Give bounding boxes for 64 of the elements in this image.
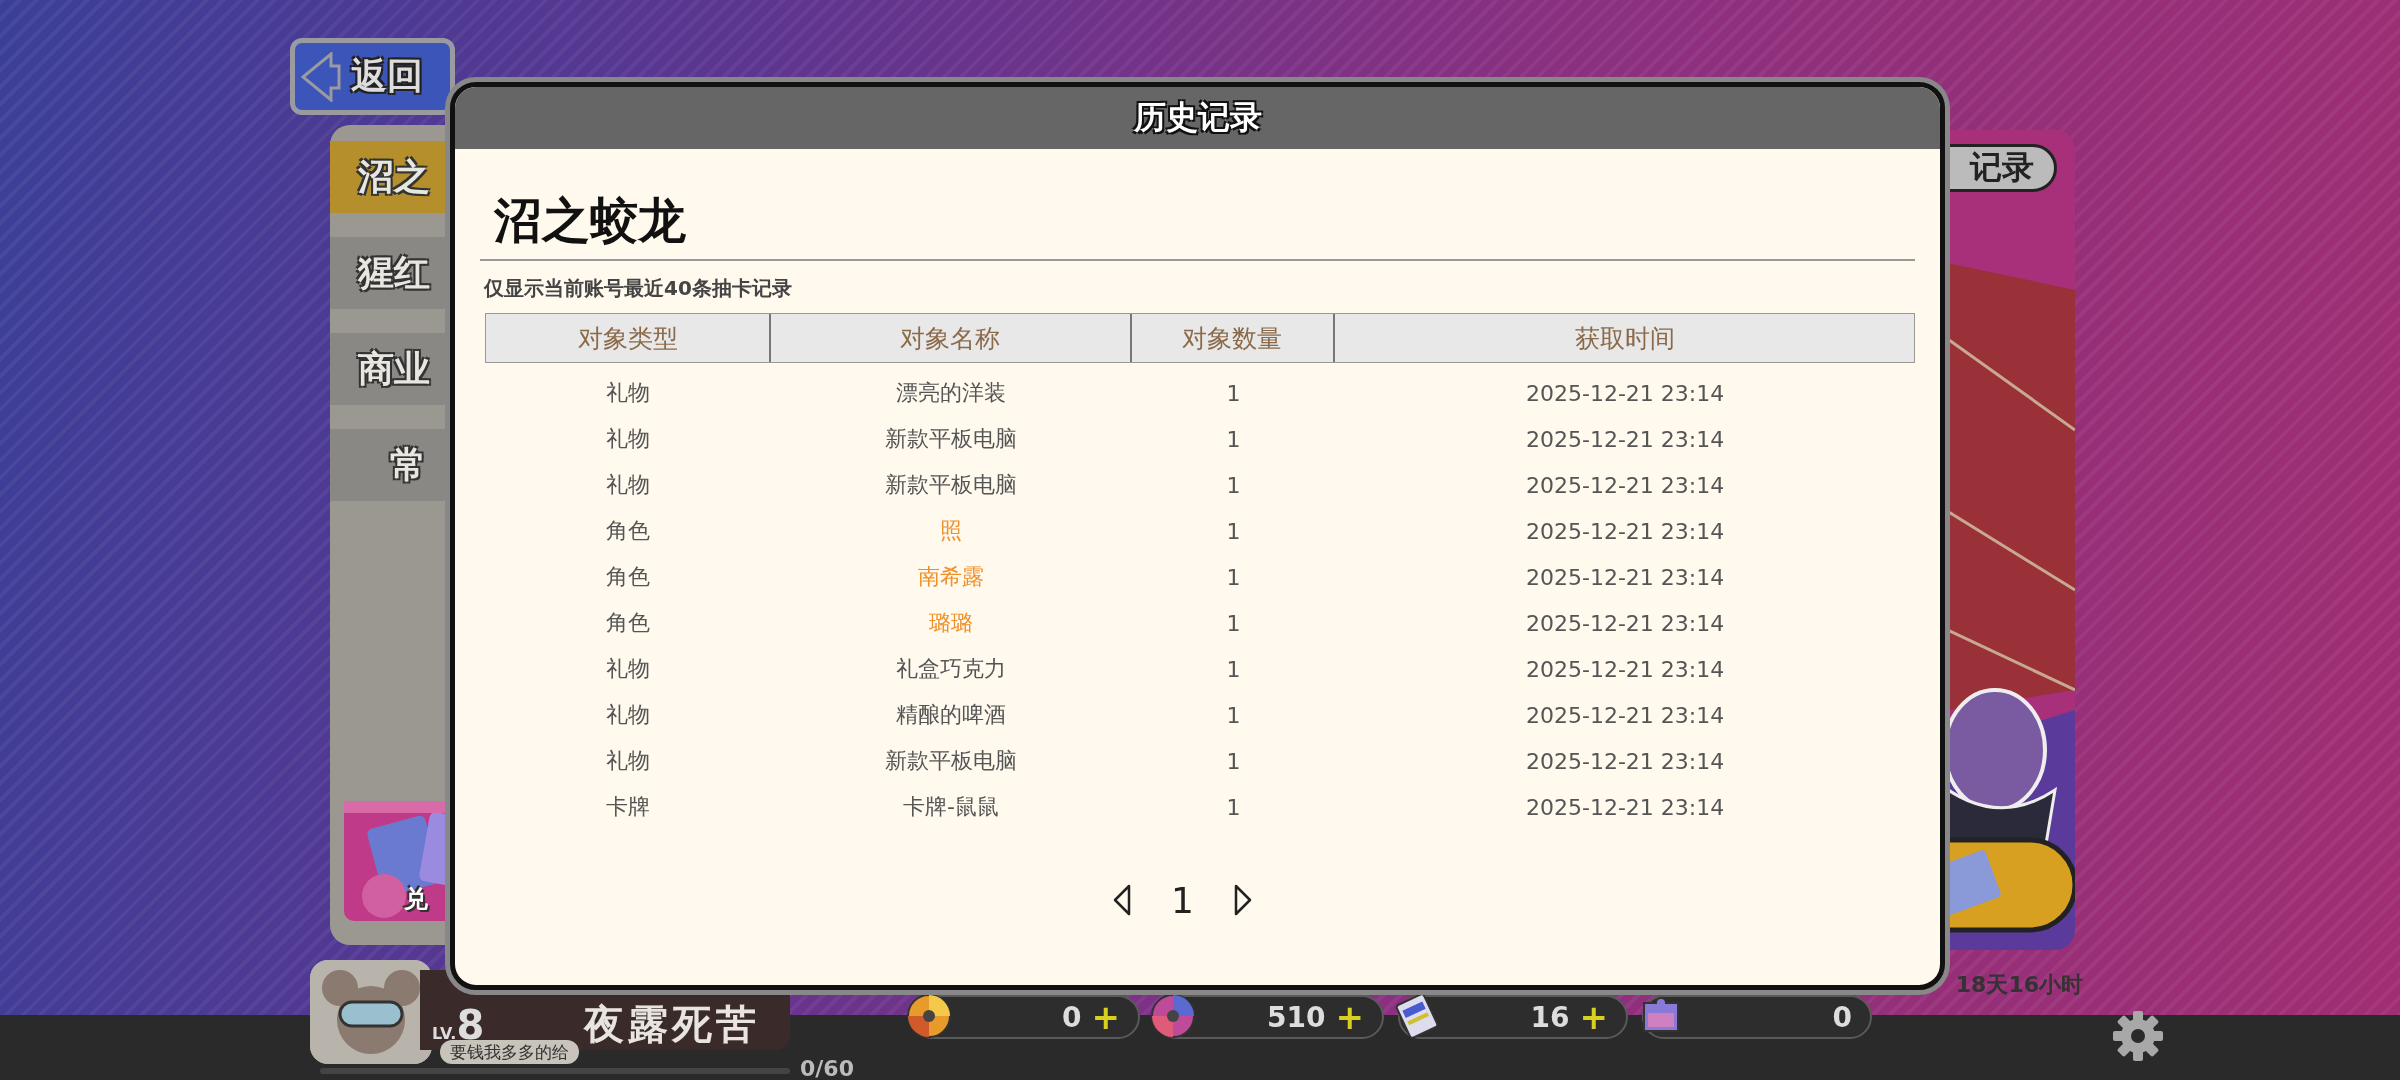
previous-page-icon[interactable] <box>1113 884 1132 916</box>
table-cell-text: 2025-12-21 23:14 <box>1525 379 1726 408</box>
table-cell-text: 1 <box>1225 655 1242 684</box>
table-cell-text: 1 <box>1225 425 1242 454</box>
add-button[interactable]: + <box>1091 997 1120 1037</box>
table-cell-text: 礼物 <box>604 701 651 729</box>
table-cell-text: 卡牌 <box>604 793 651 821</box>
table-cell-text: 礼盒巧克力 <box>895 655 1007 683</box>
table-cell-text: 1 <box>1225 471 1242 500</box>
table-cell-text: 新款平板电脑 <box>884 425 1018 453</box>
table-cell-text: 1 <box>1225 793 1242 822</box>
experience-text: 0/60 <box>800 1056 854 1080</box>
table-cell-text: 礼物 <box>604 425 651 453</box>
table-cell-text: 新款平板电脑 <box>884 471 1018 499</box>
currency-amount: 0 <box>1062 1000 1082 1034</box>
table-cell-text: 角色 <box>604 563 651 591</box>
table-cell-text: 2025-12-21 23:14 <box>1525 747 1726 776</box>
add-button[interactable]: + <box>1335 997 1364 1037</box>
table-cell-text: 精酿的啤酒 <box>895 701 1007 729</box>
table-cell-text: 礼物 <box>604 471 651 499</box>
table-cell-text: 2025-12-21 23:14 <box>1525 471 1726 500</box>
table-cell-text: 礼物 <box>604 379 651 407</box>
table-cell-text: 1 <box>1225 701 1242 730</box>
table-cell-text: 2025-12-21 23:14 <box>1525 701 1726 730</box>
add-button[interactable]: + <box>1579 997 1608 1037</box>
next-page-icon[interactable] <box>1233 884 1252 916</box>
table-cell-text: 璐璐 <box>928 609 974 637</box>
table-cell-text: 角色 <box>604 609 651 637</box>
currency-amount: 510 <box>1267 1000 1326 1034</box>
table-cell-text: 漂亮的洋装 <box>895 379 1007 407</box>
table-cell-text: 2025-12-21 23:14 <box>1525 793 1726 822</box>
table-cell-text: 新款平板电脑 <box>884 747 1018 775</box>
arrow-left-icon <box>301 51 341 102</box>
currency-amount: 0 <box>1832 1000 1852 1034</box>
table-cell-text: 2025-12-21 23:14 <box>1525 563 1726 592</box>
table-cell-text: 1 <box>1225 747 1242 776</box>
currency-amount: 16 <box>1530 1000 1570 1034</box>
table-cell-text: 2025-12-21 23:14 <box>1525 517 1726 546</box>
table-cell-text: 1 <box>1225 517 1242 546</box>
table-cell-text: 礼物 <box>604 747 651 775</box>
notice-text: 仅显示当前账号最近40条抽卡记录 <box>484 275 793 301</box>
table-cell-text: 2025-12-21 23:14 <box>1525 655 1726 684</box>
avatar[interactable] <box>310 960 432 1064</box>
column-header: 对象数量 <box>1131 314 1336 362</box>
table-cell-text: 2025-12-21 23:14 <box>1525 609 1726 638</box>
banner-label: 兑 <box>404 884 428 915</box>
table-cell-text: 南希露 <box>917 563 985 591</box>
column-header: 对象名称 <box>771 314 1132 362</box>
dialog-title: 历史记录 <box>455 87 1940 149</box>
column-header: 获取时间 <box>1573 322 1676 355</box>
back-button[interactable]: 返回 <box>290 38 455 115</box>
table-cell-text: 1 <box>1225 379 1242 408</box>
pool-name: 沼之蛟龙 <box>494 191 687 250</box>
table-cell-text: 照 <box>939 517 963 545</box>
table-cell-text: 2025-12-21 23:14 <box>1525 425 1726 454</box>
table-cell-text: 1 <box>1225 563 1242 592</box>
countdown-text: 18天16小时 <box>1955 971 2083 999</box>
settings-icon[interactable] <box>2112 1010 2164 1062</box>
table-cell-text: 卡牌-鼠鼠 <box>902 793 1000 821</box>
table-cell-text: 角色 <box>604 517 651 545</box>
table-cell-text: 礼物 <box>604 655 651 683</box>
table-cell-text: 1 <box>1225 609 1242 638</box>
column-header: 对象类型 <box>486 314 771 362</box>
page-number: 1 <box>1171 879 1194 921</box>
